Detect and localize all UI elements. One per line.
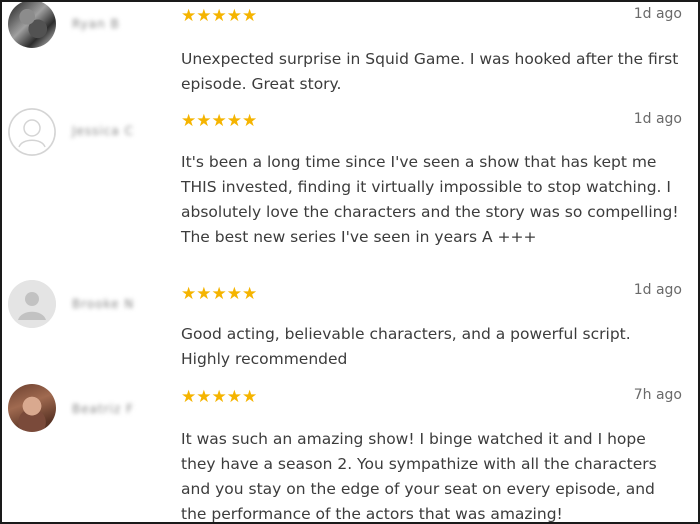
reviewer-name[interactable]: Beatriz F: [72, 402, 134, 416]
review-text: Good acting, believable characters, and …: [181, 325, 631, 368]
reviewer-name[interactable]: Ryan B: [72, 17, 120, 31]
star-rating: ★★★★★: [181, 284, 258, 304]
default-user-icon: [8, 280, 56, 328]
avatar[interactable]: [8, 280, 56, 328]
review-time: 7h ago: [633, 387, 682, 403]
reviewer-name[interactable]: Jessica C: [72, 124, 134, 138]
avatar[interactable]: [8, 384, 56, 432]
reviews-panel: Ryan B ★★★★★ 1d ago Unexpected surprise …: [0, 0, 700, 524]
avatar[interactable]: [8, 108, 56, 156]
star-rating: ★★★★★: [181, 6, 258, 26]
review-text: It was such an amazing show! I binge wat…: [181, 430, 657, 523]
review-item: Jessica C ★★★★★ 1d ago It's been a long …: [2, 102, 698, 272]
star-rating: ★★★★★: [181, 111, 258, 131]
star-rating: ★★★★★: [181, 387, 258, 407]
review-item: Brooke N ★★★★★ 1d ago Good acting, belie…: [2, 272, 698, 377]
reviewer-name[interactable]: Brooke N: [72, 297, 134, 311]
review-item: Ryan B ★★★★★ 1d ago Unexpected surprise …: [2, 2, 698, 102]
review-item: Beatriz F ★★★★★ 7h ago It was such an am…: [2, 377, 698, 522]
review-text: It's been a long time since I've seen a …: [181, 153, 679, 246]
avatar[interactable]: [8, 2, 56, 48]
review-text: Unexpected surprise in Squid Game. I was…: [181, 50, 679, 93]
default-user-icon: [8, 108, 56, 156]
review-time: 1d ago: [633, 6, 682, 22]
review-time: 1d ago: [633, 282, 682, 298]
review-time: 1d ago: [633, 111, 682, 127]
